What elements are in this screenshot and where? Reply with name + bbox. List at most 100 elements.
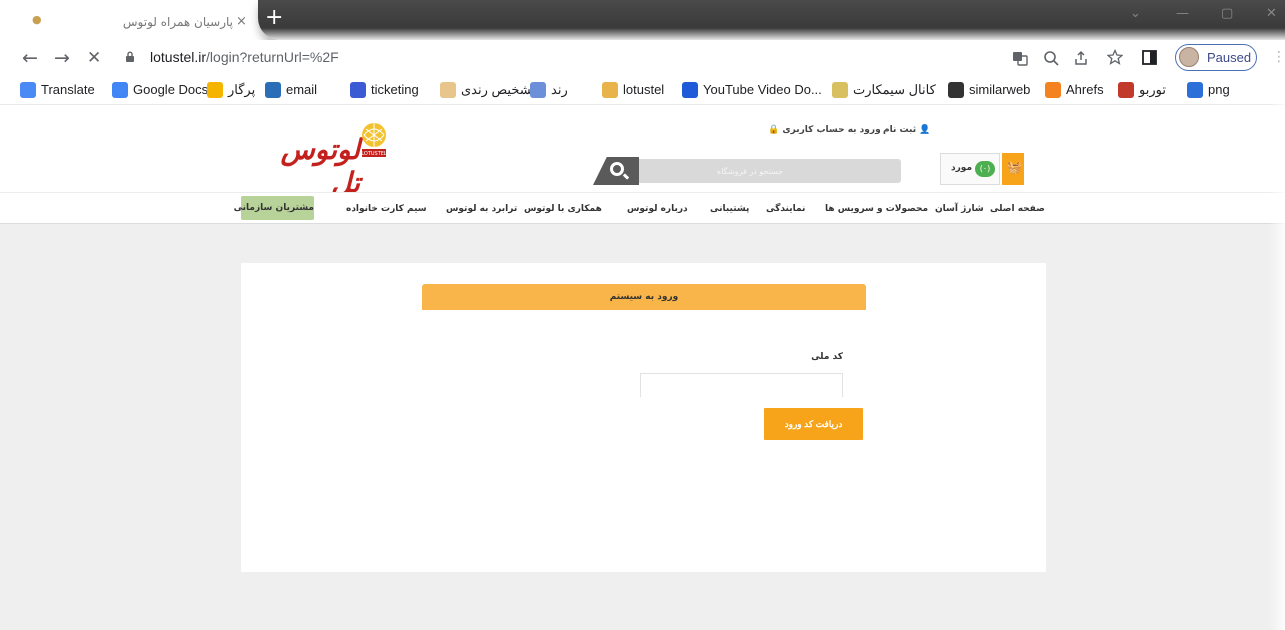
menu-kebab-icon[interactable]: ⋮ bbox=[1272, 49, 1285, 65]
close-window-button[interactable]: ✕ bbox=[1266, 6, 1277, 21]
site-header: لوتوس تل LOTUSTEL 👤 ثبت نام ورود به حساب… bbox=[0, 104, 1285, 199]
translate-page-icon[interactable] bbox=[1012, 50, 1028, 66]
telegram-icon bbox=[832, 82, 848, 98]
profile-label: Paused bbox=[1207, 50, 1252, 65]
national-code-input[interactable] bbox=[640, 373, 843, 397]
bookmark-label: توربو bbox=[1139, 82, 1166, 97]
national-code-label: کد ملی bbox=[811, 352, 843, 362]
search-input[interactable] bbox=[639, 159, 901, 183]
bookmark-label: email bbox=[286, 82, 318, 97]
main-nav: صفحه اصلی شارژ آسان محصولات و سرویس ها ن… bbox=[0, 192, 1285, 224]
login-header: ورود به سیستم bbox=[422, 284, 866, 310]
bookmark-label: png bbox=[1208, 82, 1230, 97]
bookmark-item[interactable]: پرگار bbox=[207, 81, 265, 99]
side-panel-icon[interactable] bbox=[1142, 50, 1157, 65]
rendi-icon bbox=[440, 82, 456, 98]
url-path: /login?returnUrl=%2F bbox=[206, 49, 339, 65]
search-button[interactable] bbox=[593, 157, 639, 185]
nav-cooperation[interactable]: همکاری با لوتوس bbox=[524, 204, 602, 214]
bookmark-star-icon[interactable] bbox=[1107, 49, 1123, 65]
browser-toolbar: ← → ✕ lotustel.ir/login?returnUrl=%2F Pa… bbox=[0, 40, 1285, 76]
bookmark-item[interactable]: lotustel bbox=[602, 81, 680, 99]
login-title: ورود به سیستم bbox=[609, 292, 679, 302]
site-search bbox=[593, 157, 908, 185]
minimize-button[interactable]: — bbox=[1176, 6, 1189, 21]
site-logo[interactable]: لوتوس تل LOTUSTEL bbox=[248, 121, 387, 199]
tab-title: پارسیان همراه لوتوس bbox=[122, 15, 233, 29]
cart-label: مورد bbox=[951, 163, 973, 173]
nav-about[interactable]: درباره لوتوس bbox=[627, 204, 688, 214]
similarweb-icon bbox=[948, 82, 964, 98]
email-icon bbox=[265, 82, 281, 98]
youtube-downloader-icon bbox=[682, 82, 698, 98]
png-icon bbox=[1187, 82, 1203, 98]
address-bar[interactable]: lotustel.ir/login?returnUrl=%2F bbox=[150, 49, 339, 65]
nav-support[interactable]: پشتیبانی bbox=[710, 204, 749, 214]
bookmark-item[interactable]: کانال سیمکارت bbox=[832, 81, 946, 99]
zoom-icon[interactable] bbox=[1043, 50, 1059, 66]
lotustel-icon bbox=[602, 82, 618, 98]
back-button[interactable]: ← bbox=[22, 46, 38, 70]
bookmark-label: تشخیص رندی bbox=[461, 82, 535, 97]
pargar-icon bbox=[207, 82, 223, 98]
share-icon[interactable] bbox=[1073, 50, 1089, 66]
login-link[interactable]: ورود به حساب کاربری 🔒 bbox=[768, 125, 881, 135]
get-login-code-button[interactable]: دریافت کد ورود bbox=[764, 408, 863, 440]
bookmark-label: similarweb bbox=[969, 82, 1031, 97]
login-panel: ورود به سیستم کد ملی دریافت کد ورود bbox=[241, 263, 1046, 572]
bookmark-label: ticketing bbox=[371, 82, 419, 97]
browser-tab[interactable]: پارسیان همراه لوتوس × bbox=[105, 8, 255, 34]
tab-favicon: ● bbox=[32, 13, 42, 26]
nav-home[interactable]: صفحه اصلی bbox=[990, 204, 1045, 214]
basket-icon: 🧺 bbox=[1002, 153, 1024, 185]
bookmark-label: کانال سیمکارت bbox=[853, 82, 936, 97]
nav-products-services[interactable]: محصولات و سرویس ها bbox=[825, 204, 928, 214]
bookmarks-bar: Translate Google Docs پرگار email ticketing ت… bbox=[0, 76, 1285, 104]
cart-widget[interactable]: (۰) مورد 🧺 bbox=[940, 153, 1026, 185]
bookmark-item[interactable]: ticketing bbox=[350, 81, 440, 99]
cart-box: (۰) مورد bbox=[940, 153, 1000, 185]
profile-button[interactable]: Paused bbox=[1175, 44, 1257, 71]
lock-icon[interactable] bbox=[125, 51, 135, 62]
turbo-icon bbox=[1118, 82, 1134, 98]
nav-port-to-lotus[interactable]: ترابرد به لوتوس bbox=[446, 204, 517, 214]
nav-agencies[interactable]: نمایندگی bbox=[766, 204, 805, 214]
tab-close-icon[interactable]: × bbox=[236, 14, 247, 29]
nav-easy-charge[interactable]: شارژ آسان bbox=[935, 204, 984, 214]
bookmark-label: lotustel bbox=[623, 82, 665, 97]
bookmark-label: YouTube Video Do... bbox=[703, 82, 822, 97]
bookmark-label: Google Docs bbox=[133, 82, 209, 97]
nav-family-sim[interactable]: سیم کارت خانواده bbox=[346, 204, 427, 214]
new-tab-button[interactable]: + bbox=[265, 5, 283, 30]
stop-loading-button[interactable]: ✕ bbox=[87, 46, 101, 70]
bookmark-label: Translate bbox=[41, 82, 95, 97]
bookmark-label: رند bbox=[551, 82, 568, 97]
nav-organizational-customers[interactable]: مشتریان سازمانی bbox=[233, 196, 314, 220]
ahrefs-icon bbox=[1045, 82, 1061, 98]
register-link[interactable]: 👤 ثبت نام bbox=[883, 125, 930, 135]
get-login-code-label: دریافت کد ورود bbox=[784, 419, 843, 429]
bookmark-item[interactable]: Ahrefs bbox=[1045, 81, 1115, 99]
account-links: 👤 ثبت نام ورود به حساب کاربری 🔒 bbox=[760, 125, 940, 139]
bookmark-item[interactable]: Translate bbox=[20, 81, 110, 99]
tab-search-icon[interactable]: ⌄ bbox=[1130, 6, 1141, 21]
bookmark-item[interactable]: YouTube Video Do... bbox=[682, 81, 830, 99]
bookmark-item[interactable]: رند bbox=[530, 81, 600, 99]
search-icon bbox=[610, 162, 624, 176]
bookmark-item[interactable]: email bbox=[265, 81, 349, 99]
bookmark-item[interactable]: Google Docs bbox=[112, 81, 209, 99]
bookmark-item[interactable]: توربو bbox=[1118, 81, 1184, 99]
register-label: ثبت نام bbox=[883, 125, 917, 135]
nav-org-label: مشتریان سازمانی bbox=[233, 203, 314, 213]
logo-badge: LOTUSTEL bbox=[361, 151, 387, 157]
avatar bbox=[1179, 47, 1199, 67]
bookmark-item[interactable]: تشخیص رندی bbox=[440, 81, 535, 99]
forward-button[interactable]: → bbox=[54, 46, 70, 70]
bookmark-item[interactable]: similarweb bbox=[948, 81, 1044, 99]
logo-text: لوتوس تل bbox=[280, 133, 360, 199]
translate-icon bbox=[20, 82, 36, 98]
maximize-button[interactable]: ▢ bbox=[1221, 6, 1233, 21]
bookmark-item[interactable]: png bbox=[1187, 81, 1237, 99]
rand-icon bbox=[530, 82, 546, 98]
cart-count: (۰) bbox=[975, 161, 995, 177]
